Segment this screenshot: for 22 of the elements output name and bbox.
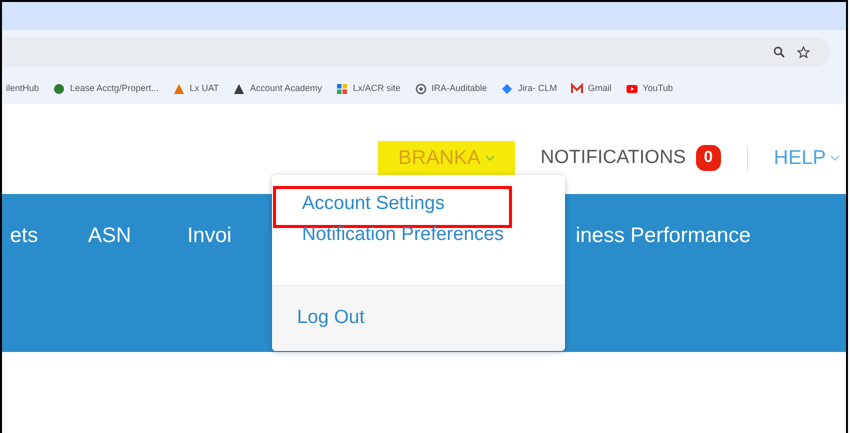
- chevron-down-icon: [830, 154, 840, 162]
- bookmark[interactable]: ilentHub: [6, 82, 40, 96]
- bookmark[interactable]: Jira- CLM: [501, 82, 558, 96]
- bookmark[interactable]: Lx UAT: [172, 82, 219, 96]
- notifications-link[interactable]: NOTIFICATIONS: [540, 144, 686, 172]
- bookmark[interactable]: Lease Acctg/Propert...: [53, 82, 159, 96]
- chevron-down-icon: [484, 154, 495, 162]
- menu-item[interactable]: Notification Preferences: [302, 221, 504, 250]
- bookmark[interactable]: YouTub: [626, 82, 673, 96]
- nav-item[interactable]: iness Performance: [576, 220, 751, 252]
- star-icon[interactable]: [797, 46, 810, 58]
- bookmark[interactable]: IRA-Auditable: [414, 82, 488, 96]
- bookmark[interactable]: Lx/ACR site: [336, 82, 400, 96]
- bookmark[interactable]: Account Academy: [232, 82, 322, 96]
- menu-item[interactable]: Account Settings: [302, 190, 445, 219]
- nav-item[interactable]: ets: [10, 220, 38, 252]
- nav-item[interactable]: ASN: [88, 220, 132, 252]
- bookmark[interactable]: Gmail: [571, 82, 612, 96]
- zoom-icon[interactable]: [773, 46, 785, 58]
- menu-item[interactable]: Log Out: [297, 304, 565, 333]
- nav-item[interactable]: Invoi: [187, 220, 232, 252]
- notification-count-badge: 0: [696, 145, 721, 171]
